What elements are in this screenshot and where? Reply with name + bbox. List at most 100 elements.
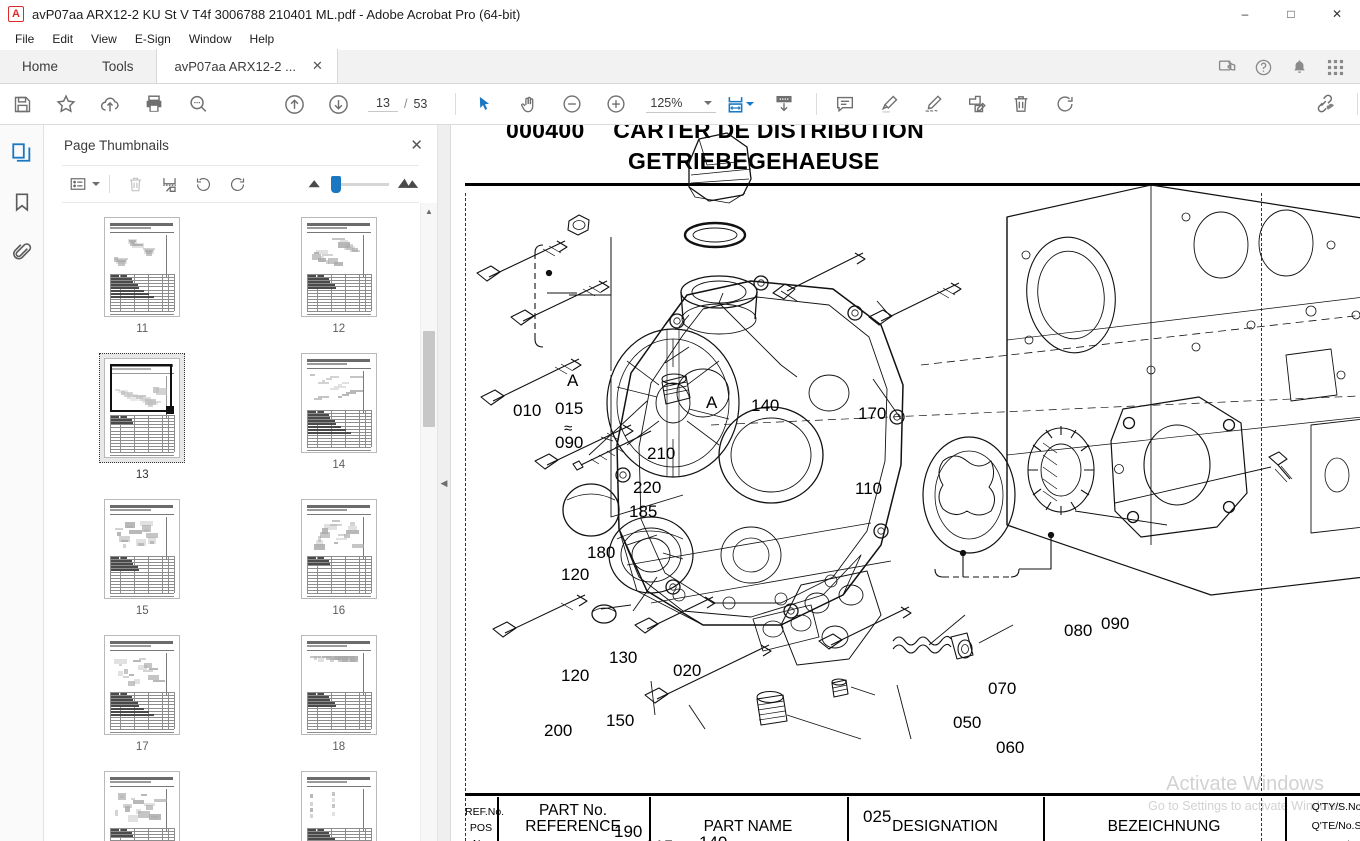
sidebar-item-page-thumbnails[interactable] <box>7 137 37 167</box>
zoom-in-icon[interactable] <box>594 84 638 124</box>
current-view-rectangle[interactable] <box>110 364 175 414</box>
panel-collapse-strip[interactable]: ◀ <box>438 125 451 841</box>
thumbnail-preview <box>104 358 181 458</box>
feedback-icon[interactable] <box>1216 56 1238 78</box>
document-viewport[interactable]: 000400 CARTER DE DISTRIBUTION GETRIEBEGE… <box>451 125 1360 841</box>
chevron-down-icon[interactable] <box>704 100 713 105</box>
thumbnail-page[interactable]: 11 <box>44 217 241 335</box>
menu-window[interactable]: Window <box>180 30 241 48</box>
cloud-upload-icon[interactable] <box>88 84 132 124</box>
thumbnails-scrollbar[interactable]: ▲ <box>420 203 437 841</box>
callout-080: 080 <box>1064 621 1093 640</box>
close-button[interactable]: ✕ <box>1314 0 1360 28</box>
thumbnail-page[interactable]: 19 <box>44 771 241 841</box>
next-page-icon[interactable] <box>316 84 360 124</box>
thumbnails-toolbar-divider <box>109 175 110 193</box>
sidebar-item-bookmarks[interactable] <box>7 187 37 217</box>
star-icon[interactable] <box>44 84 88 124</box>
thumbnail-page[interactable]: 17 <box>44 635 241 753</box>
thumbnail-page[interactable]: 16 <box>241 499 438 617</box>
notifications-bell-icon[interactable] <box>1288 56 1310 78</box>
print-icon[interactable] <box>132 84 176 124</box>
small-thumbnail-icon[interactable] <box>307 175 323 193</box>
apps-grid-icon[interactable] <box>1324 56 1346 78</box>
fit-options-chevron-icon[interactable] <box>746 102 755 106</box>
chevron-down-icon[interactable] <box>92 182 100 186</box>
thumbnail-preview <box>300 499 377 599</box>
thumbnail-preview <box>300 771 377 841</box>
parts-table-header: REF.No. POS No. PART No. REFERENCE PART … <box>465 793 1360 841</box>
pen-icon[interactable] <box>911 84 955 124</box>
page-navigation: 13 / 53 <box>368 96 427 112</box>
callout-a-group: A <box>567 371 579 390</box>
col-bezeichnung: BEZEICHNUNG <box>1107 818 1221 835</box>
thumbnail-size-slider[interactable] <box>331 175 389 193</box>
page-number-input[interactable]: 13 <box>368 96 398 112</box>
extract-pages-icon[interactable] <box>153 169 185 199</box>
delete-pages-icon[interactable] <box>119 169 151 199</box>
rotate-cw-icon[interactable] <box>221 169 253 199</box>
thumbnail-page[interactable]: 12 <box>241 217 438 335</box>
thumbnail-selection-frame <box>300 217 377 317</box>
menu-esign[interactable]: E-Sign <box>126 30 180 48</box>
previous-page-icon[interactable] <box>272 84 316 124</box>
thumbnail-page-label: 11 <box>136 323 149 335</box>
table-header-partno: PART No. REFERENCE <box>497 802 649 836</box>
maximize-button[interactable]: □ <box>1268 0 1314 28</box>
comment-icon[interactable] <box>823 84 867 124</box>
list-options-icon[interactable] <box>62 169 94 199</box>
tab-close-icon[interactable]: ✕ <box>308 58 327 74</box>
cursor-icon[interactable] <box>462 84 506 124</box>
navigation-rail <box>0 125 53 841</box>
large-thumbnail-icon[interactable] <box>397 175 419 194</box>
scroll-mode-icon[interactable] <box>762 84 806 124</box>
thumbnail-page[interactable]: 20 <box>241 771 438 841</box>
highlighter-icon[interactable] <box>867 84 911 124</box>
thumbnail-preview <box>104 635 181 735</box>
tab-document[interactable]: avP07aa ARX12-2 ... ✕ <box>155 49 338 83</box>
thumbnail-page[interactable]: 15 <box>44 499 241 617</box>
collapse-panel-icon[interactable]: ◀ <box>441 478 448 489</box>
slider-thumb[interactable] <box>331 175 341 193</box>
close-icon[interactable]: ✕ <box>410 136 423 154</box>
tab-home[interactable]: Home <box>0 49 80 83</box>
thumbnails-header: Page Thumbnails ✕ <box>44 125 437 165</box>
tab-document-label: avP07aa ARX12-2 ... <box>174 58 296 74</box>
menu-edit[interactable]: Edit <box>43 30 82 48</box>
thumbnail-selection-frame <box>300 499 377 599</box>
sidebar-item-attachments[interactable] <box>7 237 37 267</box>
thumbnail-page[interactable]: 13 <box>44 353 241 481</box>
thumbnail-page[interactable]: 18 <box>241 635 438 753</box>
hand-icon[interactable] <box>506 84 550 124</box>
tab-tools[interactable]: Tools <box>80 49 156 83</box>
link-cloud-icon[interactable] <box>1301 84 1345 124</box>
stamp-edit-icon[interactable] <box>955 84 999 124</box>
toolbar-annotation-group <box>823 84 1087 124</box>
menu-file[interactable]: File <box>6 30 43 48</box>
table-header-qty: Q'TY/S.No. Q'TE/No.S. STUECK/S Nr. <box>1285 797 1360 841</box>
thumbnail-selection-frame <box>104 499 181 599</box>
menu-view[interactable]: View <box>82 30 126 48</box>
callout-185: 185 <box>629 502 658 521</box>
menu-help[interactable]: Help <box>241 30 284 48</box>
minimize-button[interactable]: – <box>1222 0 1268 28</box>
rotate-ccw-icon[interactable] <box>187 169 219 199</box>
callout-060: 060 <box>996 738 1025 757</box>
save-icon[interactable] <box>0 84 44 124</box>
trash-icon[interactable] <box>999 84 1043 124</box>
search-icon[interactable] <box>176 84 220 124</box>
scrollbar-thumb[interactable] <box>423 331 435 427</box>
scroll-up-arrow-icon[interactable]: ▲ <box>421 203 437 220</box>
zoom-out-icon[interactable] <box>550 84 594 124</box>
help-icon[interactable] <box>1252 56 1274 78</box>
zoom-level-control[interactable]: 125% <box>646 96 717 113</box>
callout-130-upper: 130 <box>609 648 638 667</box>
toolbar-view-group: 125% <box>462 84 806 124</box>
callout-210: 210 <box>647 444 676 463</box>
thumbnail-page[interactable]: 14 <box>241 353 438 481</box>
rotate-icon[interactable] <box>1043 84 1087 124</box>
col-partno-sub: REFERENCE <box>525 818 621 836</box>
thumbnail-preview <box>104 499 181 599</box>
thumbnails-scroll-area[interactable]: 11 12 13 14 15 16 17 18 1920 ▲ <box>44 203 437 841</box>
callout-150-left: 150 <box>606 711 635 730</box>
